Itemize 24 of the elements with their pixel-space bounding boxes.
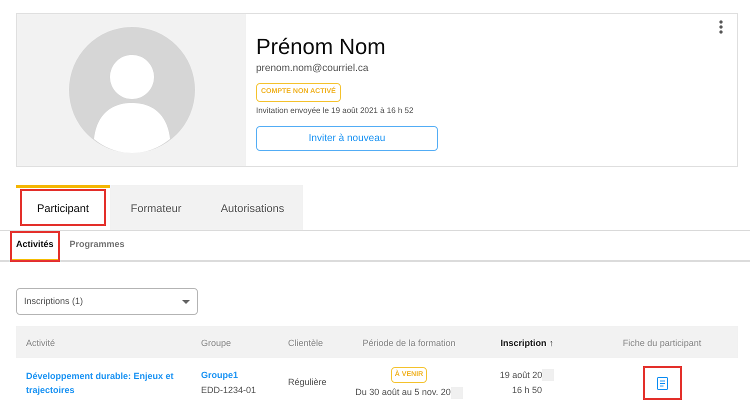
column-header: Période de la formation [362, 338, 456, 348]
inscriptions-dropdown[interactable]: Inscriptions (1) [16, 288, 198, 315]
inscription-time: 16 h 50 [512, 384, 542, 397]
inscription-date: 19 août 20 [500, 368, 542, 382]
subtab[interactable]: Programmes [64, 231, 131, 262]
column-header: Groupe [201, 338, 232, 348]
tab[interactable]: Formateur [110, 185, 202, 230]
group-code: EDD-1234-01 [201, 384, 258, 397]
dropdown-caret-icon [182, 300, 190, 304]
column-header: Fiche du participant [622, 338, 702, 348]
subtab[interactable]: Activités [10, 231, 60, 262]
column-header[interactable]: Inscription ↑ [500, 338, 554, 348]
tab[interactable]: Autorisations [202, 185, 303, 230]
column-header: Clientèle [288, 338, 324, 348]
more-menu-icon[interactable] [719, 20, 723, 34]
avatar-icon [68, 27, 194, 153]
participant-sheet-button[interactable] [642, 366, 682, 400]
profile-email: prenom.nom@courriel.ca [256, 62, 370, 76]
document-icon [656, 376, 668, 390]
profile-name: Prénom Nom [256, 34, 387, 60]
invitation-text: Invitation envoyée le 19 août 2021 à 16 h 52 [256, 104, 414, 116]
column-header: Activité [26, 338, 56, 348]
clientele-text: Régulière [288, 377, 327, 388]
period-text: Du 30 août au 5 nov. 20 [355, 386, 451, 399]
